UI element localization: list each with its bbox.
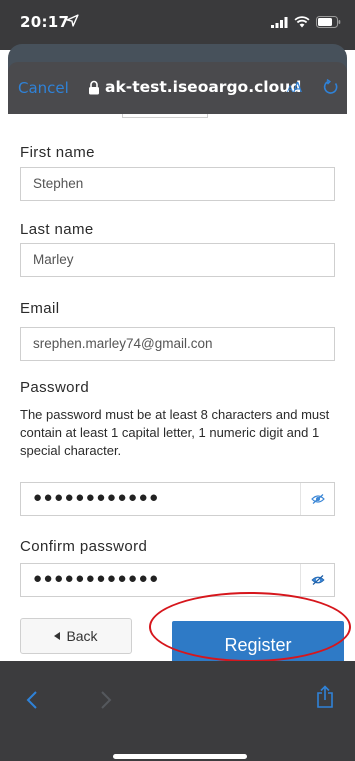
signal-icon (271, 16, 288, 28)
registration-form: First name Stephen Last name Marley Emai… (8, 114, 347, 669)
url-address[interactable]: ak-test.iseoargo.cloud (105, 78, 301, 96)
password-requirements-text: The password must be at least 8 characte… (20, 407, 330, 458)
register-highlight-annotation (149, 592, 351, 662)
reload-icon[interactable] (323, 79, 339, 95)
status-time: 20:17 (20, 13, 70, 31)
first-name-label: First name (20, 144, 95, 161)
url-bar: Cancel ak-test.iseoargo.cloud AA (8, 62, 347, 114)
last-name-label: Last name (20, 221, 94, 238)
password-label: Password (20, 379, 90, 396)
toggle-confirm-password-visibility[interactable] (300, 564, 334, 596)
email-input[interactable]: srephen.marley74@gmail.con (20, 327, 335, 361)
last-name-input[interactable]: Marley (20, 243, 335, 277)
lock-icon (89, 80, 99, 95)
battery-icon (316, 16, 341, 28)
back-button[interactable]: Back (20, 618, 132, 654)
eye-slash-icon (310, 494, 325, 504)
first-name-input[interactable]: Stephen (20, 167, 335, 201)
password-masked-value: ●●●●●●●●●●●● (33, 489, 160, 506)
confirm-password-masked-value: ●●●●●●●●●●●● (33, 570, 160, 587)
back-button-label: Back (66, 628, 98, 644)
eye-slash-icon (310, 575, 325, 585)
wifi-icon (294, 16, 310, 28)
share-icon[interactable] (316, 685, 334, 709)
text-size-large-a: A (293, 81, 303, 96)
email-label: Email (20, 300, 60, 317)
status-icons (271, 16, 341, 28)
text-size-button[interactable]: AA (287, 81, 302, 96)
location-arrow-icon (66, 14, 79, 27)
chevron-right-icon[interactable] (100, 690, 112, 710)
back-arrow-icon (54, 632, 61, 640)
chevron-left-icon[interactable] (26, 690, 38, 710)
status-bar: 20:17 (0, 0, 355, 50)
home-indicator (113, 754, 247, 759)
password-input[interactable]: ●●●●●●●●●●●● (20, 482, 335, 516)
cut-off-element (122, 114, 208, 118)
toggle-password-visibility[interactable] (300, 483, 334, 515)
confirm-password-label: Confirm password (20, 538, 148, 555)
browser-toolbar (0, 661, 355, 761)
cancel-button[interactable]: Cancel (18, 79, 69, 97)
confirm-password-input[interactable]: ●●●●●●●●●●●● (20, 563, 335, 597)
